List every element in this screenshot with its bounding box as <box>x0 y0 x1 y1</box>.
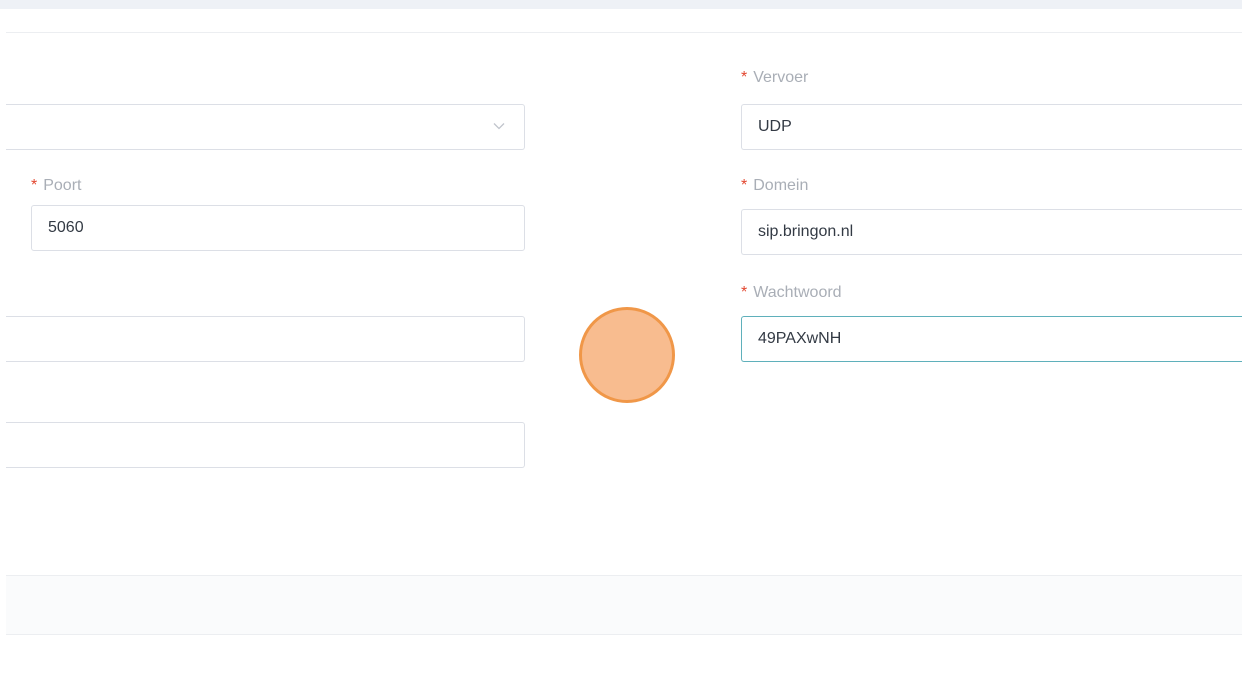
form-footer <box>6 575 1242 635</box>
wachtwoord-label: * Wachtwoord <box>741 284 842 301</box>
wachtwoord-value: 49PAXwNH <box>758 330 842 347</box>
poort-label: * Poort <box>31 177 82 194</box>
poort-input[interactable]: 5060 <box>31 205 525 251</box>
vervoer-value: UDP <box>758 118 792 135</box>
panel-header-divider <box>6 32 1242 33</box>
chevron-down-icon[interactable] <box>492 119 506 133</box>
required-mark: * <box>31 177 38 194</box>
domein-input[interactable]: sip.bringon.nl <box>741 209 1242 255</box>
domein-value: sip.bringon.nl <box>758 223 854 240</box>
left-field-4[interactable] <box>6 422 525 468</box>
poort-value: 5060 <box>48 219 84 236</box>
required-mark: * <box>741 69 748 86</box>
vervoer-input[interactable]: UDP <box>741 104 1242 150</box>
select-field[interactable] <box>6 104 525 150</box>
click-indicator <box>579 307 675 403</box>
required-mark: * <box>741 284 748 301</box>
wachtwoord-input[interactable]: 49PAXwNH <box>741 316 1242 362</box>
vervoer-label: * Vervoer <box>741 69 809 86</box>
domein-label: * Domein <box>741 177 809 194</box>
required-mark: * <box>741 177 748 194</box>
left-field-3[interactable] <box>6 316 525 362</box>
top-background <box>0 0 1242 9</box>
